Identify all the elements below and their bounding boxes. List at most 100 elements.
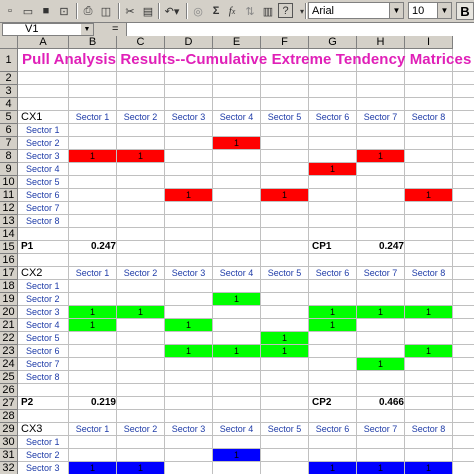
sector-row-label[interactable]: Sector 2 bbox=[18, 293, 68, 305]
matrix-cell-filled[interactable]: 1 bbox=[405, 306, 452, 318]
matrix-cell-filled[interactable]: 1 bbox=[405, 345, 452, 357]
matrix-cell-filled[interactable]: 1 bbox=[261, 189, 308, 201]
row-header-22[interactable]: 22 bbox=[0, 332, 18, 345]
column-header-I[interactable]: I bbox=[405, 36, 453, 49]
sector-row-label[interactable]: Sector 6 bbox=[18, 345, 68, 357]
sector-row-label[interactable]: Sector 5 bbox=[18, 176, 68, 188]
row-header-32[interactable]: 32 bbox=[0, 462, 18, 474]
matrix-cell-filled[interactable]: 1 bbox=[117, 462, 164, 474]
probability-label[interactable]: P2 bbox=[18, 397, 68, 409]
matrix-cell-filled[interactable]: 1 bbox=[405, 462, 452, 474]
matrix-cell-filled[interactable]: 1 bbox=[213, 137, 260, 149]
permission-icon[interactable]: ⊡ bbox=[56, 3, 72, 19]
matrix-cell-filled[interactable]: 1 bbox=[117, 306, 164, 318]
sector-column-header[interactable]: Sector 8 bbox=[405, 111, 452, 123]
column-header-D[interactable]: D bbox=[165, 36, 213, 49]
sector-column-header[interactable]: Sector 2 bbox=[117, 423, 164, 435]
matrix-cell-filled[interactable]: 1 bbox=[357, 358, 404, 370]
sector-row-label[interactable]: Sector 3 bbox=[18, 150, 68, 162]
sector-row-label[interactable]: Sector 1 bbox=[18, 436, 68, 448]
sector-column-header[interactable]: Sector 5 bbox=[261, 423, 308, 435]
row-header-6[interactable]: 6 bbox=[0, 124, 18, 137]
row-header-5[interactable]: 5 bbox=[0, 111, 18, 124]
hyperlink-icon[interactable]: ◎ bbox=[190, 3, 206, 19]
bold-button[interactable]: B bbox=[456, 2, 474, 20]
sector-row-label[interactable]: Sector 6 bbox=[18, 189, 68, 201]
print-icon[interactable]: ⎙ bbox=[80, 3, 96, 19]
worksheet-grid[interactable]: ABCDEFGHI 1 2 3 4 5 6 7 8 9 10 11 12 13 14 15 16 17 18 19 2… bbox=[0, 36, 474, 474]
column-header-C[interactable]: C bbox=[117, 36, 165, 49]
column-header-F[interactable]: F bbox=[261, 36, 309, 49]
matrix-cell-filled[interactable]: 1 bbox=[405, 189, 452, 201]
sector-column-header[interactable]: Sector 8 bbox=[405, 267, 452, 279]
row-header-17[interactable]: 17 bbox=[0, 267, 18, 280]
column-header-A[interactable]: A bbox=[18, 36, 69, 49]
sector-column-header[interactable]: Sector 3 bbox=[165, 111, 212, 123]
column-header-G[interactable]: G bbox=[309, 36, 357, 49]
sector-row-label[interactable]: Sector 4 bbox=[18, 163, 68, 175]
row-header-1[interactable]: 1 bbox=[0, 49, 18, 72]
row-header-14[interactable]: 14 bbox=[0, 228, 18, 241]
matrix-cell-filled[interactable]: 1 bbox=[213, 345, 260, 357]
cumulative-probability-label[interactable]: CP1 bbox=[309, 241, 356, 253]
row-header-27[interactable]: 27 bbox=[0, 397, 18, 410]
row-header-18[interactable]: 18 bbox=[0, 280, 18, 293]
row-header-13[interactable]: 13 bbox=[0, 215, 18, 228]
row-header-8[interactable]: 8 bbox=[0, 150, 18, 163]
font-name-dropdown-icon[interactable]: ▼ bbox=[389, 3, 403, 18]
matrix-cell-filled[interactable]: 1 bbox=[69, 462, 116, 474]
sector-column-header[interactable]: Sector 1 bbox=[69, 111, 116, 123]
row-header-4[interactable]: 4 bbox=[0, 98, 18, 111]
sector-column-header[interactable]: Sector 8 bbox=[405, 423, 452, 435]
matrix-label-cx3[interactable]: CX3 bbox=[18, 423, 68, 435]
probability-value[interactable]: 0.219 bbox=[69, 397, 116, 409]
row-header-30[interactable]: 30 bbox=[0, 436, 18, 449]
sector-row-label[interactable]: Sector 1 bbox=[18, 124, 68, 136]
sector-column-header[interactable]: Sector 7 bbox=[357, 267, 404, 279]
sector-row-label[interactable]: Sector 8 bbox=[18, 215, 68, 227]
matrix-cell-filled[interactable]: 1 bbox=[165, 189, 212, 201]
matrix-cell-filled[interactable]: 1 bbox=[357, 306, 404, 318]
cut-icon[interactable]: ✂ bbox=[122, 3, 138, 19]
row-header-28[interactable]: 28 bbox=[0, 410, 18, 423]
row-header-16[interactable]: 16 bbox=[0, 254, 18, 267]
sector-column-header[interactable]: Sector 3 bbox=[165, 267, 212, 279]
sector-row-label[interactable]: Sector 8 bbox=[18, 371, 68, 383]
matrix-cell-filled[interactable]: 1 bbox=[69, 306, 116, 318]
matrix-cell-filled[interactable]: 1 bbox=[213, 293, 260, 305]
row-header-20[interactable]: 20 bbox=[0, 306, 18, 319]
save-icon[interactable]: ■ bbox=[38, 3, 54, 19]
matrix-cell-filled[interactable]: 1 bbox=[309, 163, 356, 175]
sector-row-label[interactable]: Sector 3 bbox=[18, 462, 68, 474]
row-header-2[interactable]: 2 bbox=[0, 72, 18, 85]
matrix-cell-filled[interactable]: 1 bbox=[261, 332, 308, 344]
sector-row-label[interactable]: Sector 7 bbox=[18, 202, 68, 214]
cumulative-probability-value[interactable]: 0.466 bbox=[357, 397, 404, 409]
row-header-31[interactable]: 31 bbox=[0, 449, 18, 462]
row-header-15[interactable]: 15 bbox=[0, 241, 18, 254]
sector-column-header[interactable]: Sector 7 bbox=[357, 111, 404, 123]
sector-row-label[interactable]: Sector 2 bbox=[18, 137, 68, 149]
sector-column-header[interactable]: Sector 4 bbox=[213, 423, 260, 435]
formula-input[interactable] bbox=[126, 23, 474, 36]
row-header-9[interactable]: 9 bbox=[0, 163, 18, 176]
column-header-B[interactable]: B bbox=[69, 36, 117, 49]
matrix-cell-filled[interactable]: 1 bbox=[309, 306, 356, 318]
column-header-E[interactable]: E bbox=[213, 36, 261, 49]
paste-icon[interactable]: ▤ bbox=[140, 3, 156, 19]
row-header-23[interactable]: 23 bbox=[0, 345, 18, 358]
row-header-3[interactable]: 3 bbox=[0, 85, 18, 98]
matrix-cell-filled[interactable]: 1 bbox=[69, 150, 116, 162]
matrix-cell-filled[interactable]: 1 bbox=[69, 319, 116, 331]
sector-column-header[interactable]: Sector 6 bbox=[309, 111, 356, 123]
sector-column-header[interactable]: Sector 1 bbox=[69, 423, 116, 435]
name-box-dropdown-icon[interactable]: ▼ bbox=[81, 24, 93, 35]
matrix-cell-filled[interactable]: 1 bbox=[213, 449, 260, 461]
row-header-10[interactable]: 10 bbox=[0, 176, 18, 189]
sector-column-header[interactable]: Sector 1 bbox=[69, 267, 116, 279]
matrix-cell-filled[interactable]: 1 bbox=[165, 319, 212, 331]
undo-icon[interactable]: ↶▾ bbox=[161, 3, 183, 19]
name-box[interactable]: V1 ▼ bbox=[2, 23, 94, 36]
matrix-label-cx2[interactable]: CX2 bbox=[18, 267, 68, 279]
chart-wizard-icon[interactable]: ▥ bbox=[260, 3, 276, 19]
